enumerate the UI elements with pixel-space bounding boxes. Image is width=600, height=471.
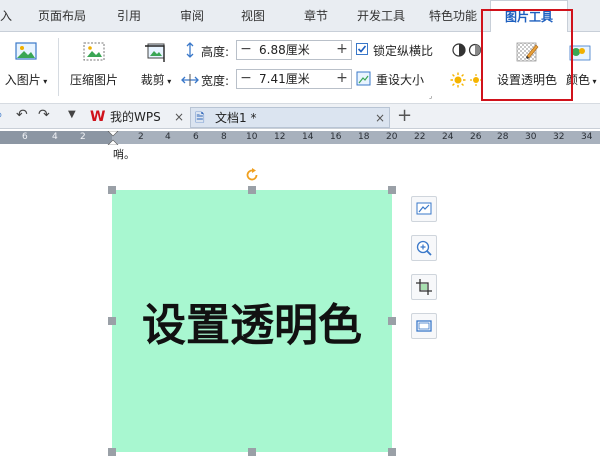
ruler-tick-label: 26 [470,132,482,142]
zoom-in-icon [416,240,432,256]
crop-button[interactable]: 裁剪 ▾ [136,40,176,88]
resize-handle[interactable] [388,186,396,194]
crop-label: 裁剪 [140,73,165,87]
search-icon[interactable]: ⌕ [0,107,3,123]
ruler-tick-label: 32 [553,132,565,142]
tab-view[interactable]: 视图 [241,0,265,32]
ruler-tick-label: 4 [52,132,58,142]
width-label: 宽度: [201,74,230,88]
redo-icon[interactable]: ↷ [38,107,50,123]
height-icon [186,42,194,58]
ruler-tick-label: 30 [525,132,537,142]
tab-references[interactable]: 引用 [117,0,141,32]
quick-access-bar: ⌕ ↶ ↷ ▼ W 我的WPS × 🗎 文档1 * × + [0,104,600,129]
width-stepper[interactable]: − 7.41厘米 + [236,69,352,89]
frame-icon [416,320,432,332]
ruler-tick-label: 6 [22,132,28,142]
close-icon[interactable]: × [174,107,184,128]
document-text: 哨。 [113,148,135,161]
ruler-tick-label: 20 [386,132,398,142]
height-stepper[interactable]: − 6.88厘米 + [236,40,352,60]
dialog-launcher-icon[interactable]: ⌟ [429,92,432,100]
tab-document-1[interactable]: 🗎 文档1 * × [190,107,390,128]
width-increase-button[interactable]: + [333,70,351,88]
wps-logo-icon: W [90,109,106,125]
tab-section[interactable]: 章节 [304,0,328,32]
ruler-tick-label: 28 [497,132,509,142]
undo-icon[interactable]: ↶ [16,107,28,123]
width-icon [181,74,199,86]
layout-options-icon [416,202,432,215]
reset-size-icon [356,71,371,86]
tab-document-1-label: 文档1 * [215,111,257,125]
ruler-tick-label: 12 [274,132,286,142]
lock-ratio-checkbox[interactable] [356,43,368,55]
picture-icon [15,42,37,60]
tab-insert-partial[interactable]: 入 [0,0,12,32]
contrast-icon[interactable] [451,42,467,58]
rotate-handle-icon[interactable] [244,167,260,183]
contrast-reduce-icon[interactable] [468,42,482,58]
ruler-tick-label: 24 [442,132,454,142]
zoom-preview-button[interactable] [411,235,437,261]
crop-icon [416,279,432,295]
ruler-tick-label: 4 [165,132,171,142]
checkmark-icon [357,45,367,53]
resize-handle[interactable] [108,448,116,456]
ruler-tick-label: 34 [581,132,593,142]
chevron-down-icon: ▾ [590,77,597,86]
close-icon[interactable]: × [375,108,385,129]
crop-icon [145,43,165,62]
tab-my-wps[interactable]: W 我的WPS × [88,107,188,128]
height-increase-button[interactable]: + [333,41,351,59]
border-style-button[interactable] [411,313,437,339]
ruler-tick-label: 6 [193,132,199,142]
ruler-tick-label: 2 [138,132,144,142]
height-decrease-button[interactable]: − [237,41,255,59]
compress-picture-label: 压缩图片 [69,73,118,87]
document-icon: 🗎 [195,111,205,125]
width-input[interactable]: 7.41厘米 [259,70,310,88]
tab-my-wps-label: 我的WPS [110,110,161,124]
resize-handle[interactable] [108,186,116,194]
new-tab-button[interactable]: + [397,105,412,126]
width-decrease-button[interactable]: − [237,70,255,88]
ruler-tick-label: 8 [221,132,227,142]
tab-page-layout[interactable]: 页面布局 [38,0,86,32]
resize-handle[interactable] [388,317,396,325]
crop-tool-button[interactable] [411,274,437,300]
ruler-tick-label: 22 [414,132,426,142]
brightness-increase-icon[interactable] [450,72,466,88]
resize-handle[interactable] [248,186,256,194]
compress-picture-icon [83,42,105,61]
ruler-tick-label: 18 [358,132,370,142]
chevron-down-icon[interactable]: ▼ [68,109,76,120]
height-label: 高度: [201,45,230,59]
layout-options-button[interactable] [411,196,437,222]
chevron-down-icon: ▾ [164,77,172,86]
insert-picture-label: 入图片 [4,73,41,87]
resize-handle[interactable] [388,448,396,456]
picture-text: 设置透明色 [142,300,362,351]
ruler-tick-label: 10 [246,132,258,142]
tab-developer[interactable]: 开发工具 [357,0,405,32]
ruler-tick-label: 2 [80,132,86,142]
compress-picture-button[interactable]: 压缩图片 [66,40,122,88]
chevron-down-icon: ▾ [40,77,48,86]
highlight-box [481,9,573,101]
resize-handle[interactable] [248,448,256,456]
ruler-tick-label: 14 [302,132,314,142]
ruler-tick-label: 16 [330,132,342,142]
selected-picture[interactable]: 设置透明色 [112,190,392,452]
insert-picture-button[interactable]: 入图片 ▾ [0,40,52,88]
lock-ratio-label: 锁定纵横比 [373,44,434,58]
reset-size-label: 重设大小 [376,73,425,87]
resize-handle[interactable] [108,317,116,325]
tab-review[interactable]: 审阅 [180,0,204,32]
ribbon-panel: 入图片 ▾ 压缩图片 裁剪 ▾ 高度: − 6.88厘米 + 宽度: − 7.4… [0,9,600,104]
height-input[interactable]: 6.88厘米 [259,41,310,59]
ribbon-separator [58,38,59,96]
tab-special-features[interactable]: 特色功能 [429,0,477,32]
indent-marker-icon[interactable] [107,131,119,145]
